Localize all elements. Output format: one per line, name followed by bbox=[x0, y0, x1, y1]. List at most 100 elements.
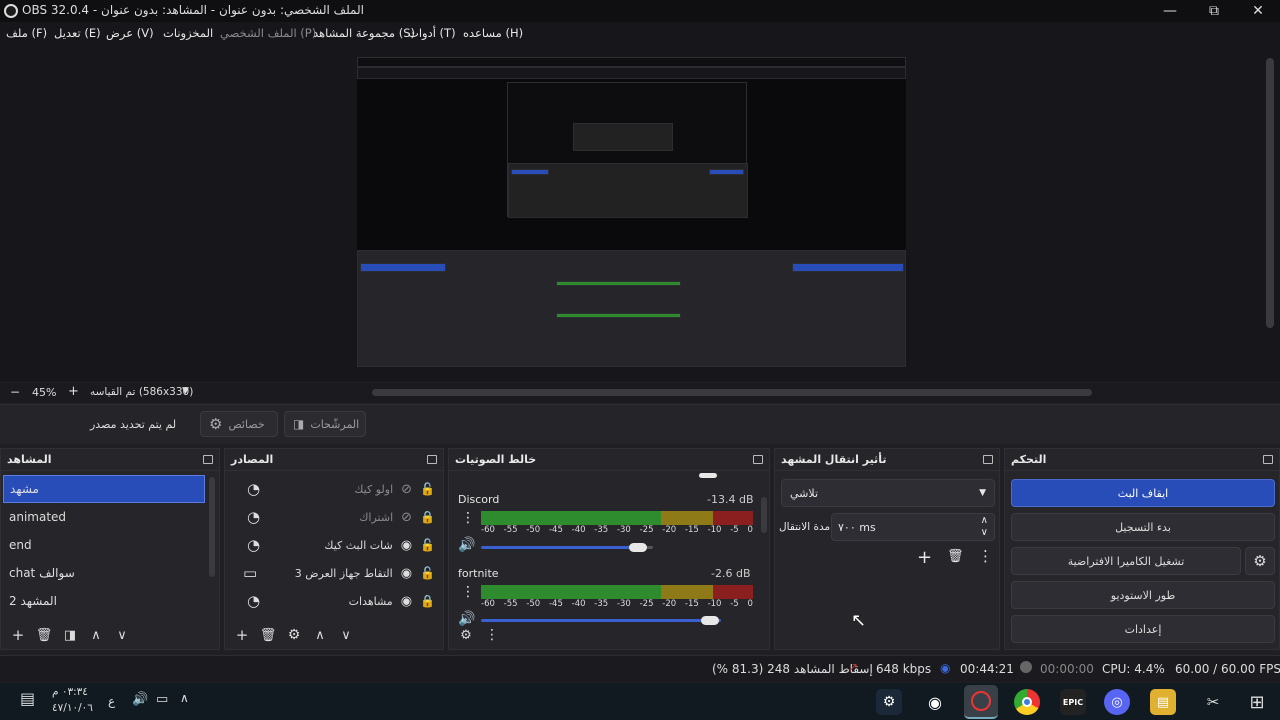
scene-item[interactable]: مشهد bbox=[3, 475, 205, 503]
more-options-icon[interactable]: ⋮ bbox=[461, 511, 475, 525]
settings-button[interactable]: إعدادات bbox=[1011, 615, 1275, 643]
discord-icon[interactable]: ◎ bbox=[1104, 689, 1130, 715]
advanced-audio-icon[interactable]: ⚙ bbox=[455, 624, 477, 646]
eye-hidden-icon[interactable]: ⊘ bbox=[401, 482, 412, 497]
file-explorer-icon[interactable]: ▤ bbox=[1150, 689, 1176, 715]
preview-horizontal-scrollbar[interactable] bbox=[372, 389, 1092, 396]
source-row[interactable]: شات البث كيك ◉ 🔓 ◔ bbox=[225, 531, 443, 559]
undock-icon[interactable] bbox=[983, 455, 993, 464]
filters-button[interactable]: ◨ المرشّحات bbox=[284, 411, 366, 437]
language-indicator[interactable]: ع bbox=[108, 694, 115, 708]
scenes-scrollbar[interactable] bbox=[209, 477, 215, 577]
scenes-list[interactable]: مشهد animated end chat سوالف المشهد 2 bbox=[1, 471, 219, 615]
eye-icon[interactable]: ◉ bbox=[401, 594, 412, 609]
eye-hidden-icon[interactable]: ⊘ bbox=[401, 510, 412, 525]
taskbar bbox=[0, 683, 1280, 720]
locked-icon[interactable]: 🔒 bbox=[420, 510, 435, 524]
move-down-icon[interactable]: ∨ bbox=[111, 624, 133, 646]
source-row[interactable]: مشاهدات ◉ 🔒 ◔ bbox=[225, 587, 443, 615]
transition-select[interactable]: تلاشي ▼ bbox=[781, 479, 995, 507]
scene-item[interactable]: chat سوالف bbox=[3, 559, 205, 587]
stream-preview[interactable] bbox=[357, 57, 906, 367]
undock-icon[interactable] bbox=[427, 455, 437, 464]
virtual-camera-settings-icon[interactable]: ⚙ bbox=[1245, 547, 1275, 575]
move-down-icon[interactable]: ∨ bbox=[335, 624, 357, 646]
scene-item[interactable]: end bbox=[3, 531, 205, 559]
show-hidden-icons-icon[interactable]: ∧ bbox=[180, 691, 189, 705]
menu-file[interactable]: ملف (F) bbox=[6, 26, 47, 40]
unlocked-icon[interactable]: 🔓 bbox=[420, 538, 435, 552]
volume-slider[interactable] bbox=[481, 546, 639, 549]
move-up-icon[interactable]: ∧ bbox=[85, 624, 107, 646]
menu-scene-collection[interactable]: مجموعة المشاهد (S) bbox=[313, 26, 415, 40]
chrome-icon[interactable] bbox=[1014, 689, 1040, 715]
preview-vertical-scrollbar[interactable] bbox=[1266, 58, 1274, 328]
channel-name: fortnite bbox=[458, 567, 499, 580]
start-recording-button[interactable]: بدء التسجيل bbox=[1011, 513, 1275, 541]
unlocked-icon[interactable]: 🔓 bbox=[420, 566, 435, 580]
steam-icon[interactable]: ⚙ bbox=[876, 689, 902, 715]
network-tray-icon[interactable]: ▭ bbox=[156, 692, 168, 707]
volume-icon[interactable]: 🔊 bbox=[132, 692, 148, 707]
properties-button[interactable]: ⚙ خصائص bbox=[200, 411, 278, 437]
scale-dropdown-icon[interactable]: ▼ bbox=[182, 386, 189, 396]
mixer-menu-icon[interactable]: ⋮ bbox=[481, 624, 503, 646]
speaker-icon[interactable]: 🔊 bbox=[458, 537, 475, 553]
obs-active-icon[interactable] bbox=[964, 685, 998, 719]
source-properties-icon[interactable]: ⚙ bbox=[283, 624, 305, 646]
move-up-icon[interactable]: ∧ bbox=[309, 624, 331, 646]
source-row[interactable]: التقاط جهاز العرض 3 ◉ 🔓 ▭ bbox=[225, 559, 443, 587]
stop-streaming-button[interactable]: ايقاف البث bbox=[1011, 479, 1275, 507]
remove-source-icon[interactable]: 🗑 bbox=[257, 624, 279, 646]
volume-knob[interactable] bbox=[629, 543, 647, 552]
locked-icon[interactable]: 🔒 bbox=[420, 594, 435, 608]
menu-edit[interactable]: تعديل (E) bbox=[54, 26, 101, 40]
volume-knob[interactable] bbox=[699, 473, 717, 478]
obs-icon[interactable]: ◉ bbox=[922, 689, 948, 715]
studio-mode-button[interactable]: طور الاستوديو bbox=[1011, 581, 1275, 609]
windows-start-icon[interactable]: ⊞ bbox=[1244, 689, 1270, 715]
zoom-out-button[interactable]: − bbox=[10, 385, 20, 399]
source-row[interactable]: اولو كيك ⊘ 🔓 ◔ bbox=[225, 475, 443, 503]
minimize-icon[interactable]: — bbox=[1148, 0, 1192, 22]
scene-item[interactable]: المشهد 2 bbox=[3, 587, 205, 615]
sources-list[interactable]: اولو كيك ⊘ 🔓 ◔ اشتراك ⊘ 🔒 ◔ شات البث كيك… bbox=[225, 471, 443, 615]
epic-games-icon[interactable]: EPIC bbox=[1060, 689, 1086, 715]
menu-dock[interactable]: المخزونات bbox=[163, 26, 213, 40]
notification-icon[interactable]: ▤ bbox=[20, 689, 35, 708]
menu-view[interactable]: عرض (V) bbox=[106, 26, 154, 40]
add-transition-icon[interactable]: + bbox=[917, 547, 932, 568]
remove-transition-icon[interactable]: 🗑 bbox=[947, 549, 964, 564]
spin-down-icon[interactable]: ∨ bbox=[981, 527, 988, 539]
more-options-icon[interactable]: ⋮ bbox=[461, 585, 475, 599]
transition-menu-icon[interactable]: ⋮ bbox=[978, 547, 993, 565]
menu-help[interactable]: مساعده (H) bbox=[463, 26, 523, 40]
unlocked-icon[interactable]: 🔓 bbox=[420, 482, 435, 496]
eye-icon[interactable]: ◉ bbox=[401, 566, 412, 581]
undock-icon[interactable] bbox=[753, 455, 763, 464]
add-scene-icon[interactable]: + bbox=[7, 624, 29, 646]
preview-nested-dockrow bbox=[357, 250, 906, 367]
add-source-icon[interactable]: + bbox=[231, 624, 253, 646]
preview-nested-inner bbox=[573, 123, 673, 151]
scenes-footer: + 🗑 ◨ ∧ ∨ bbox=[1, 621, 219, 649]
undock-icon[interactable] bbox=[1263, 455, 1273, 464]
snipping-tool-icon[interactable]: ✂ bbox=[1200, 689, 1226, 715]
close-icon[interactable]: ✕ bbox=[1236, 0, 1280, 22]
audio-meter: -60 -55 -50 -45 -40 -35 -30 -25 -20 -15 -10 -5 0 bbox=[481, 511, 753, 535]
start-virtual-camera-button[interactable]: تشغيل الكاميرا الافتراضية bbox=[1011, 547, 1241, 575]
scene-filters-icon[interactable]: ◨ bbox=[59, 624, 81, 646]
source-row[interactable]: اشتراك ⊘ 🔒 ◔ bbox=[225, 503, 443, 531]
spin-up-icon[interactable]: ∧ bbox=[981, 515, 988, 527]
scene-item[interactable]: animated bbox=[3, 503, 205, 531]
controls-dock: التحكم ايقاف البث بدء التسجيل تشغيل الكا… bbox=[1004, 448, 1280, 650]
duration-spinbox[interactable]: ٧٠٠ ms ∧ ∨ bbox=[831, 513, 995, 541]
remove-scene-icon[interactable]: 🗑 bbox=[33, 624, 55, 646]
menu-profile[interactable]: الملف الشخصي (P) bbox=[220, 26, 316, 40]
restore-icon[interactable]: ⧉ bbox=[1192, 0, 1236, 22]
menu-tools[interactable]: أدوات (T) bbox=[408, 26, 456, 40]
eye-icon[interactable]: ◉ bbox=[401, 538, 412, 553]
zoom-in-button[interactable]: + bbox=[68, 384, 79, 399]
undock-icon[interactable] bbox=[203, 455, 213, 464]
mixer-scrollbar[interactable] bbox=[761, 497, 767, 533]
